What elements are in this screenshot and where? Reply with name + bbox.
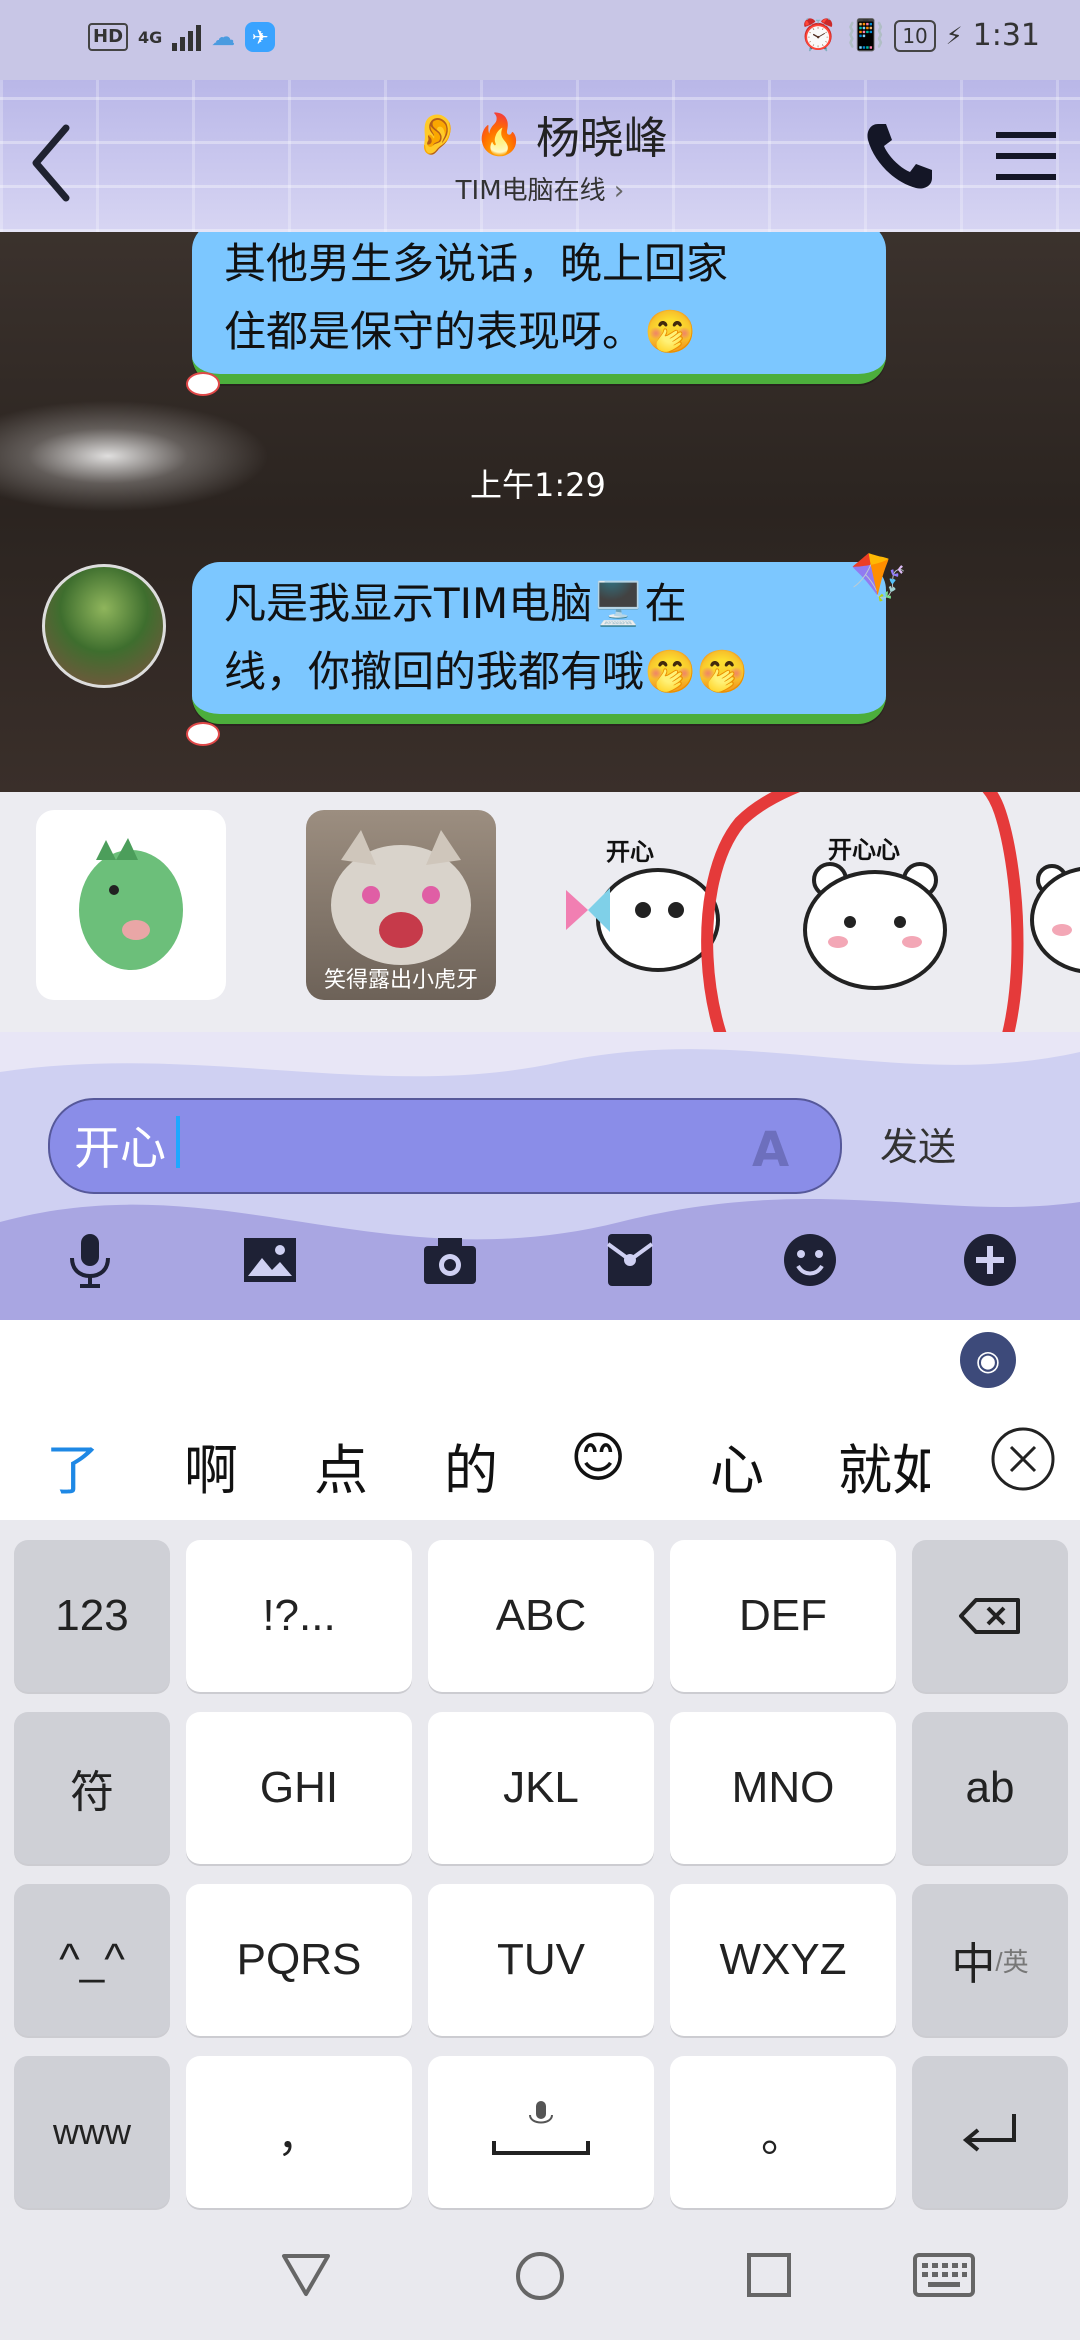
status-right: ⏰ 📳 10 ⚡ 1:31: [800, 18, 1040, 53]
signal-icon: [172, 23, 202, 51]
plus-icon[interactable]: [960, 1230, 1020, 1290]
chat-header: 👂 🔥 杨晓峰 TIM电脑在线 ›: [0, 80, 1080, 232]
bubble-tail-icon: [186, 372, 220, 396]
sticker-laughing-cat[interactable]: 笑得露出小虎牙: [306, 810, 496, 1000]
candidate-item[interactable]: 😊: [570, 1426, 626, 1489]
bear-icon: [1030, 864, 1080, 973]
key-tuv[interactable]: TUV: [428, 1884, 654, 2036]
annotation-circle: [701, 792, 1024, 1032]
key-def[interactable]: DEF: [670, 1540, 896, 1692]
message-input-text: 开心: [74, 1121, 166, 1175]
candidate-item[interactable]: 心: [710, 1426, 764, 1505]
key-comma[interactable]: ，: [186, 2056, 412, 2208]
space-mic-icon: [492, 2101, 590, 2155]
message-bubble[interactable]: 凡是我显示TIM电脑🖥️在 线，你撤回的我都有哦🤭🤭: [192, 562, 886, 724]
cloud-icon: ☁: [211, 23, 236, 51]
key-pqrs[interactable]: PQRS: [186, 1884, 412, 2036]
sticker-caption: 开心: [606, 838, 654, 866]
kite-icon: 🪁: [850, 550, 908, 604]
candidate-item[interactable]: 了: [46, 1426, 100, 1505]
key-jkl[interactable]: JKL: [428, 1712, 654, 1864]
network-type: 4G: [138, 27, 163, 47]
text-cursor: [176, 1116, 180, 1168]
send-button[interactable]: 发送: [880, 1116, 956, 1171]
message-bubble[interactable]: 其他男生多说话，晚上回家 住都是保守的表现呀。🤭: [192, 232, 886, 384]
key-period[interactable]: 。: [670, 2056, 896, 2208]
key-123[interactable]: 123: [14, 1540, 170, 1692]
status-left: HD 4G ☁ ✈: [88, 22, 276, 52]
ime-top-bar: ◉: [0, 1320, 1080, 1399]
camera-icon[interactable]: [420, 1230, 480, 1290]
avatar[interactable]: [42, 564, 166, 688]
sticker-green-dinosaur[interactable]: [36, 810, 226, 1000]
home-nav-icon[interactable]: [514, 2250, 566, 2302]
enter-key[interactable]: [912, 2056, 1068, 2208]
sticker-caption: 笑得露出小虎牙: [323, 968, 478, 993]
key-symbols[interactable]: 符: [14, 1712, 170, 1864]
key-ghi[interactable]: GHI: [186, 1712, 412, 1864]
battery-icon: 10: [894, 19, 936, 52]
font-style-icon[interactable]: A: [752, 1122, 789, 1178]
charging-icon: ⚡: [945, 21, 963, 50]
dinosaur-icon: [79, 838, 183, 970]
status-bar: HD 4G ☁ ✈ ⏰ 📳 10 ⚡ 1:31: [0, 0, 1080, 80]
app-notification-icon: ✈: [245, 22, 276, 52]
space-key[interactable]: [428, 2056, 654, 2208]
composer: 开心 A 发送: [0, 1032, 1080, 1320]
menu-icon[interactable]: [994, 124, 1058, 188]
key-punctuation[interactable]: !?...: [186, 1540, 412, 1692]
keyboard-hide-icon[interactable]: [912, 2252, 976, 2298]
image-icon[interactable]: [240, 1230, 300, 1290]
key-wxyz[interactable]: WXYZ: [670, 1884, 896, 2036]
candidate-bar: 了 啊 点 的 😊 心 就如: [0, 1398, 1080, 1520]
back-nav-icon[interactable]: [280, 2250, 332, 2298]
candidate-item[interactable]: 就如: [838, 1426, 930, 1505]
sticker-partial-bear[interactable]: [1022, 810, 1080, 1000]
keyboard: 123 !?... ABC DEF 符 GHI JKL MNO ab ^_^ P…: [0, 1520, 1080, 2210]
key-www[interactable]: www: [14, 2056, 170, 2208]
system-nav-bar: [0, 2210, 1080, 2340]
backspace-icon: [959, 1598, 1020, 1634]
red-packet-icon[interactable]: [600, 1230, 660, 1290]
emoji-icon[interactable]: [780, 1230, 840, 1290]
key-emoticon[interactable]: ^_^: [14, 1884, 170, 2036]
key-ab[interactable]: ab: [912, 1712, 1068, 1864]
microphone-icon[interactable]: [60, 1230, 120, 1290]
key-mno[interactable]: MNO: [670, 1712, 896, 1864]
alarm-icon: ⏰: [799, 18, 837, 53]
key-abc[interactable]: ABC: [428, 1540, 654, 1692]
vibrate-icon: 📳: [846, 18, 885, 53]
fire-icon: 🔥: [474, 111, 524, 158]
candidate-item[interactable]: 点: [314, 1426, 368, 1505]
phone-icon[interactable]: [860, 116, 940, 196]
sticker-suggestions: 笑得露出小虎牙 开心 开心心: [0, 792, 1080, 1032]
candidate-item[interactable]: 啊: [184, 1426, 238, 1505]
clock: 1:31: [972, 18, 1040, 53]
recents-nav-icon[interactable]: [746, 2252, 792, 2298]
enter-icon: [962, 2114, 1016, 2152]
ear-icon[interactable]: 👂: [412, 111, 462, 158]
close-candidates-icon[interactable]: [988, 1424, 1058, 1494]
candidate-item[interactable]: 的: [444, 1426, 498, 1505]
backspace-key[interactable]: [912, 1540, 1068, 1692]
message-timestamp: 上午1:29: [470, 466, 606, 504]
contact-name: 杨晓峰: [535, 113, 668, 164]
key-language-toggle[interactable]: 中/英: [912, 1884, 1068, 2036]
message-input[interactable]: [48, 1098, 842, 1194]
hd-badge: HD: [88, 23, 129, 51]
ime-mascot-icon[interactable]: ◉: [960, 1332, 1016, 1388]
bubble-tail-icon: [186, 722, 220, 746]
chat-area[interactable]: 其他男生多说话，晚上回家 住都是保守的表现呀。🤭 上午1:29 凡是我显示TIM…: [0, 232, 1080, 792]
